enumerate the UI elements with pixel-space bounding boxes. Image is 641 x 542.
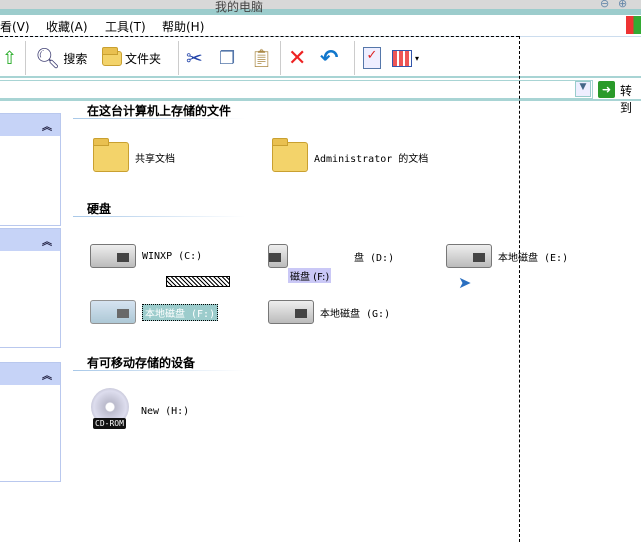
folder-icon [272, 138, 308, 172]
drive-f-ghost-label: 磁盘 (F:) [288, 268, 332, 283]
collapse-chevron-icon[interactable]: ︽ [42, 233, 52, 248]
paste-button[interactable]: 📋︎ [250, 43, 273, 73]
minimize-icon[interactable]: ⊖ [600, 0, 609, 10]
delete-x-icon: ✕ [288, 45, 307, 71]
task-panel-1: ︽ [0, 113, 61, 226]
drive-c[interactable]: WINXP (C:) [90, 244, 202, 268]
item-label: 本地磁盘 (G:) [320, 308, 391, 320]
separator [25, 41, 26, 75]
go-button[interactable]: 转到 [620, 82, 641, 116]
task-panel-3: ︽ [0, 362, 61, 482]
menu-favorites[interactable]: 收藏(A) [46, 18, 88, 35]
address-bar: ▼ ➜ 转到 [0, 79, 641, 115]
menu-tools[interactable]: 工具(T) [105, 18, 146, 35]
section-title-removable: 有可移动存储的设备 [87, 356, 196, 370]
delete-button[interactable]: ✕ [288, 43, 306, 73]
drag-rectangle-top [0, 36, 519, 37]
section-title-hard-disks: 硬盘 [87, 202, 112, 216]
properties-button[interactable]: ✓ [363, 43, 381, 73]
drag-rectangle-right [519, 36, 520, 542]
dropdown-arrow-icon: ▾ [415, 53, 420, 63]
drive-h[interactable]: CD-ROM New (H:) [89, 388, 189, 434]
go-arrow-icon[interactable]: ➜ [598, 81, 615, 98]
panel-header[interactable]: ︽ [0, 229, 60, 251]
drive-g[interactable]: 本地磁盘 (G:) [268, 300, 390, 324]
menu-bar: 看(V) 收藏(A) 工具(T) 帮助(H) [0, 15, 641, 37]
undo-button[interactable]: ↶ [320, 43, 338, 73]
panel-header[interactable]: ︽ [0, 363, 60, 385]
up-folder-button[interactable]: ⇧ [2, 43, 17, 73]
hard-disk-icon [268, 300, 314, 324]
separator [178, 41, 179, 75]
item-label: WINXP (C:) [142, 250, 203, 262]
title-bar: 我的电脑 ⊖ ⊕ [0, 0, 641, 15]
drive-d[interactable]: 盘 (D:) [268, 244, 394, 268]
item-label: 共享文档 [135, 153, 175, 165]
copy-icon: ❐ [219, 47, 236, 69]
search-button[interactable]: 🔍︎ 搜索 [35, 43, 87, 73]
hard-disk-icon [90, 244, 136, 268]
hard-disk-icon [90, 300, 136, 324]
item-label: New (H:) [141, 405, 190, 417]
divider [73, 216, 245, 217]
task-panel-2: ︽ [0, 228, 61, 348]
panel-header[interactable]: ︽ [0, 114, 60, 136]
folders-button[interactable]: 文件夹 [102, 43, 161, 73]
collapse-chevron-icon[interactable]: ︽ [42, 118, 52, 133]
rename-artifact [166, 276, 230, 287]
item-label: 本地磁盘 (E:) [498, 252, 569, 264]
views-icon [392, 49, 412, 67]
folders-label: 文件夹 [125, 51, 162, 66]
up-arrow-icon: ⇧ [2, 47, 18, 69]
properties-icon: ✓ [363, 47, 381, 69]
item-label: 盘 (D:) [354, 252, 395, 264]
magnifier-icon: 🔍︎ [35, 46, 61, 70]
scissors-icon: ✂ [186, 46, 203, 70]
divider [73, 118, 245, 119]
hard-disk-icon [446, 244, 492, 268]
toolbar: ⇧ 🔍︎ 搜索 文件夹 ✂ ❐ 📋︎ ✕ ↶ ✓ ▾ [0, 37, 641, 78]
paste-icon: 📋︎ [250, 47, 273, 69]
menu-view[interactable]: 看(V) [0, 18, 30, 35]
section-title-stored-files: 在这台计算机上存储的文件 [87, 104, 232, 118]
divider [73, 370, 245, 371]
address-input[interactable] [0, 80, 593, 99]
item-label: 本地磁盘 (F:) [142, 303, 219, 321]
collapse-chevron-icon[interactable]: ︽ [42, 367, 52, 382]
maximize-icon[interactable]: ⊕ [618, 0, 627, 10]
shared-docs-item[interactable]: 共享文档 [93, 138, 175, 172]
item-label: Administrator 的文档 [314, 153, 429, 165]
search-label: 搜索 [63, 51, 88, 66]
undo-icon: ↶ [320, 45, 339, 71]
folder-icon [102, 46, 122, 66]
cdrom-badge: CD-ROM [93, 418, 126, 429]
drive-e[interactable]: 本地磁盘 (E:) [446, 244, 568, 268]
mouse-cursor-icon: ➤ [458, 273, 472, 292]
hard-disk-icon [268, 244, 288, 268]
cdrom-icon: CD-ROM [89, 388, 135, 434]
window-title: 我的电脑 [215, 0, 264, 14]
cut-button[interactable]: ✂ [186, 43, 203, 73]
separator [354, 41, 355, 75]
folder-icon [93, 138, 129, 172]
views-button[interactable]: ▾ [392, 43, 419, 73]
address-dropdown-button[interactable]: ▼ [575, 81, 591, 97]
copy-button[interactable]: ❐ [219, 43, 235, 73]
windows-logo-icon [626, 16, 641, 34]
admin-docs-item[interactable]: Administrator 的文档 [272, 138, 442, 172]
drive-f[interactable]: 本地磁盘 (F:) [90, 300, 219, 324]
separator [280, 41, 281, 75]
menu-help[interactable]: 帮助(H) [162, 18, 204, 35]
